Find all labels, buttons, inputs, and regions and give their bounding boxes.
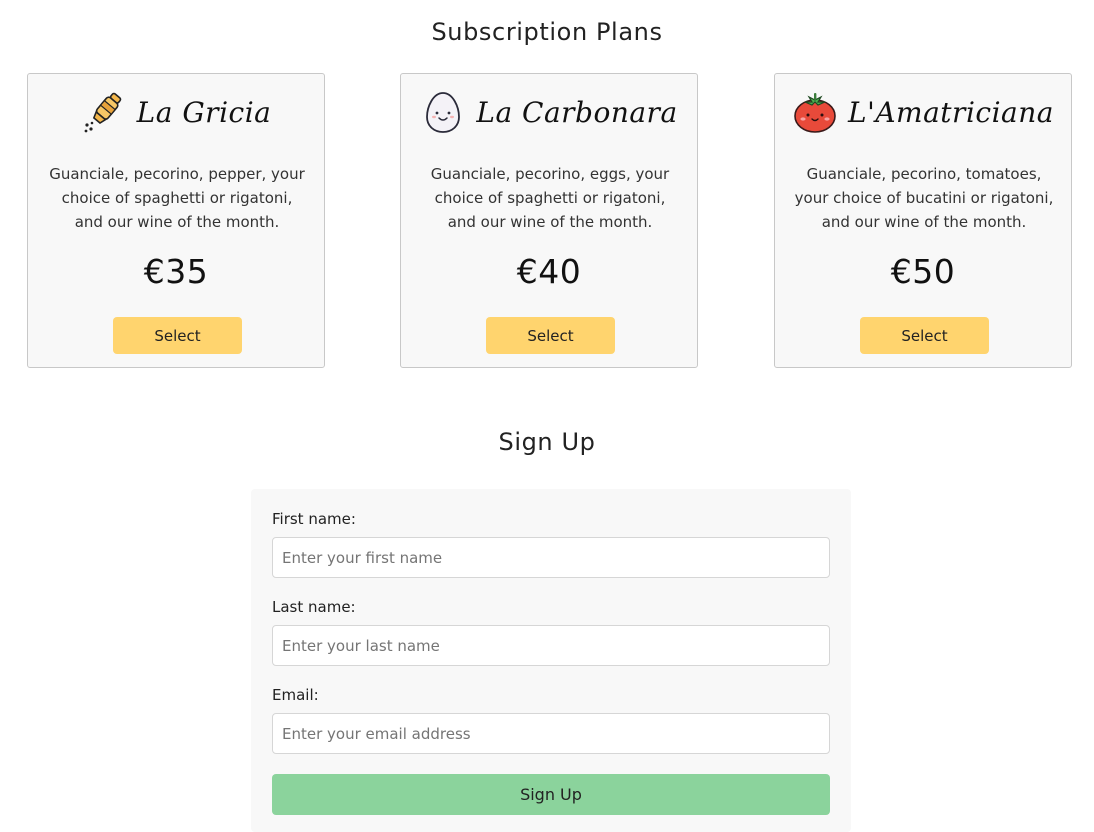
- plan-card-amatriciana: L'Amatriciana Guanciale, pecorino, tomat…: [774, 73, 1072, 368]
- plan-price: €40: [516, 252, 582, 291]
- egg-icon: [420, 89, 466, 135]
- last-name-label: Last name:: [272, 598, 356, 616]
- tomato-icon: [792, 89, 838, 135]
- page: Subscription Plans La Gricia Guanciale, …: [0, 0, 1094, 832]
- email-input[interactable]: [272, 713, 830, 754]
- plan-name: La Gricia: [136, 95, 272, 129]
- first-name-label: First name:: [272, 510, 356, 528]
- email-label: Email:: [272, 686, 319, 704]
- plan-header: La Gricia: [28, 88, 324, 136]
- pepper-grinder-icon: [81, 89, 127, 135]
- plan-header: La Carbonara: [401, 88, 697, 136]
- signup-form: First name: Last name: Email: Sign Up: [251, 489, 851, 832]
- sign-up-button[interactable]: Sign Up: [272, 774, 830, 815]
- first-name-input[interactable]: [272, 537, 830, 578]
- plans-section-title: Subscription Plans: [431, 18, 663, 46]
- plan-price: €35: [143, 252, 209, 291]
- plan-description: Guanciale, pecorino, tomatoes, your choi…: [794, 165, 1054, 231]
- plan-description: Guanciale, pecorino, pepper, your choice…: [49, 165, 305, 231]
- last-name-input[interactable]: [272, 625, 830, 666]
- plan-card-carbonara: La Carbonara Guanciale, pecorino, eggs, …: [400, 73, 698, 368]
- signup-section-title: Sign Up: [498, 428, 596, 456]
- select-plan-button[interactable]: Select: [860, 317, 989, 354]
- plan-description: Guanciale, pecorino, eggs, your choice o…: [430, 165, 670, 231]
- plans-row: La Gricia Guanciale, pecorino, pepper, y…: [27, 73, 1074, 370]
- plan-name: L'Amatriciana: [848, 95, 1054, 129]
- select-plan-button[interactable]: Select: [113, 317, 242, 354]
- select-plan-button[interactable]: Select: [486, 317, 615, 354]
- plan-price: €50: [890, 252, 956, 291]
- plan-card-gricia: La Gricia Guanciale, pecorino, pepper, y…: [27, 73, 325, 368]
- plan-header: L'Amatriciana: [775, 88, 1071, 136]
- plan-name: La Carbonara: [476, 95, 678, 129]
